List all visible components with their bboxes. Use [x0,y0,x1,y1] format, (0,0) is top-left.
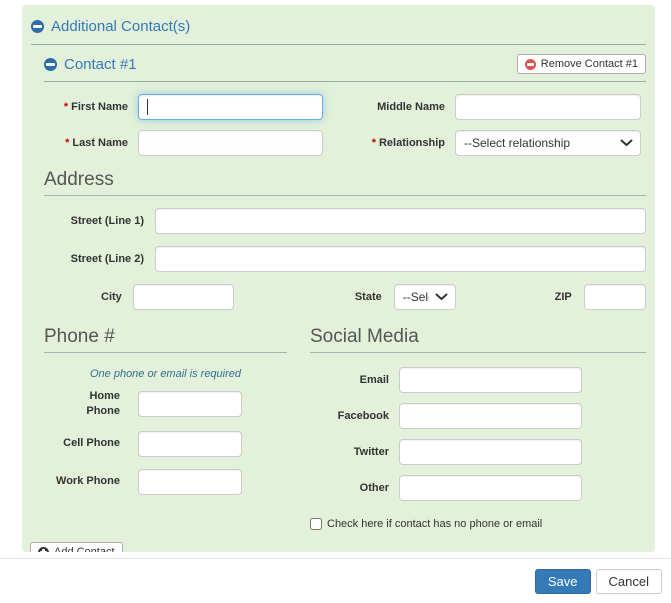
cell-phone-input[interactable] [138,431,242,457]
city-label: City [44,290,122,305]
work-phone-label: Work Phone [50,474,120,489]
contact-1-header: Contact #1 Remove Contact #1 [44,54,646,82]
first-name-input[interactable] [138,94,323,120]
street2-label: Street (Line 2) [44,252,144,267]
last-name-label: *Last Name [44,136,128,151]
facebook-label: Facebook [310,409,389,424]
address-heading: Address [44,169,646,196]
remove-contact-button[interactable]: Remove Contact #1 [517,54,646,74]
no-phone-email-checkbox[interactable] [310,518,322,530]
city-input[interactable] [133,284,234,310]
no-phone-email-checkbox-label: Check here if contact has no phone or em… [327,518,542,530]
home-phone-input[interactable] [138,391,242,417]
footer-actions: Save Cancel [535,569,662,594]
collapse-minus-icon[interactable] [31,20,44,33]
middle-name-input[interactable] [455,94,641,120]
phone-email-required-note: One phone or email is required [44,368,287,380]
collapse-minus-icon[interactable] [44,58,57,71]
state-select[interactable]: --Select [394,284,456,310]
relationship-select[interactable]: --Select relationship [455,130,641,156]
first-name-label: *First Name [44,100,128,115]
contact-title: Contact #1 [64,56,137,73]
other-label: Other [310,481,389,496]
add-contact-button[interactable]: Add Contact [30,542,123,552]
additional-contacts-header: Additional Contact(s) [31,15,646,45]
middle-name-label: Middle Name [333,100,445,115]
state-label: State [304,290,382,305]
relationship-label: *Relationship [333,136,445,151]
remove-minus-icon [525,59,536,70]
street2-input[interactable] [155,246,646,272]
zip-label: ZIP [494,290,572,305]
section-title: Additional Contact(s) [51,18,190,35]
name-fields-grid: *First Name Middle Name *Last Name *Rela… [44,94,646,156]
footer-divider [0,558,671,559]
facebook-input[interactable] [399,403,582,429]
work-phone-input[interactable] [138,469,242,495]
other-input[interactable] [399,475,582,501]
email-input[interactable] [399,367,582,393]
save-button[interactable]: Save [535,569,591,594]
cell-phone-label: Cell Phone [50,436,120,451]
phone-heading: Phone # [44,326,287,353]
additional-contacts-panel: Additional Contact(s) Contact #1 Remove … [22,5,655,552]
required-marker: * [65,137,69,149]
last-name-input[interactable] [138,130,323,156]
contact-1-section: Contact #1 Remove Contact #1 *First Name… [44,54,646,530]
twitter-label: Twitter [310,445,389,460]
email-label: Email [310,373,389,388]
social-media-column: Social Media Email Facebook Twitter Othe… [310,326,646,530]
required-marker: * [372,137,376,149]
home-phone-label: Home Phone [50,389,120,419]
required-marker: * [64,101,68,113]
twitter-input[interactable] [399,439,582,465]
social-media-heading: Social Media [310,326,646,353]
phone-column: Phone # One phone or email is required H… [44,326,287,530]
street1-input[interactable] [155,208,646,234]
cancel-button[interactable]: Cancel [596,569,662,594]
street1-label: Street (Line 1) [44,214,144,229]
add-plus-icon [38,547,49,553]
zip-input[interactable] [584,284,646,310]
text-cursor [147,99,148,115]
